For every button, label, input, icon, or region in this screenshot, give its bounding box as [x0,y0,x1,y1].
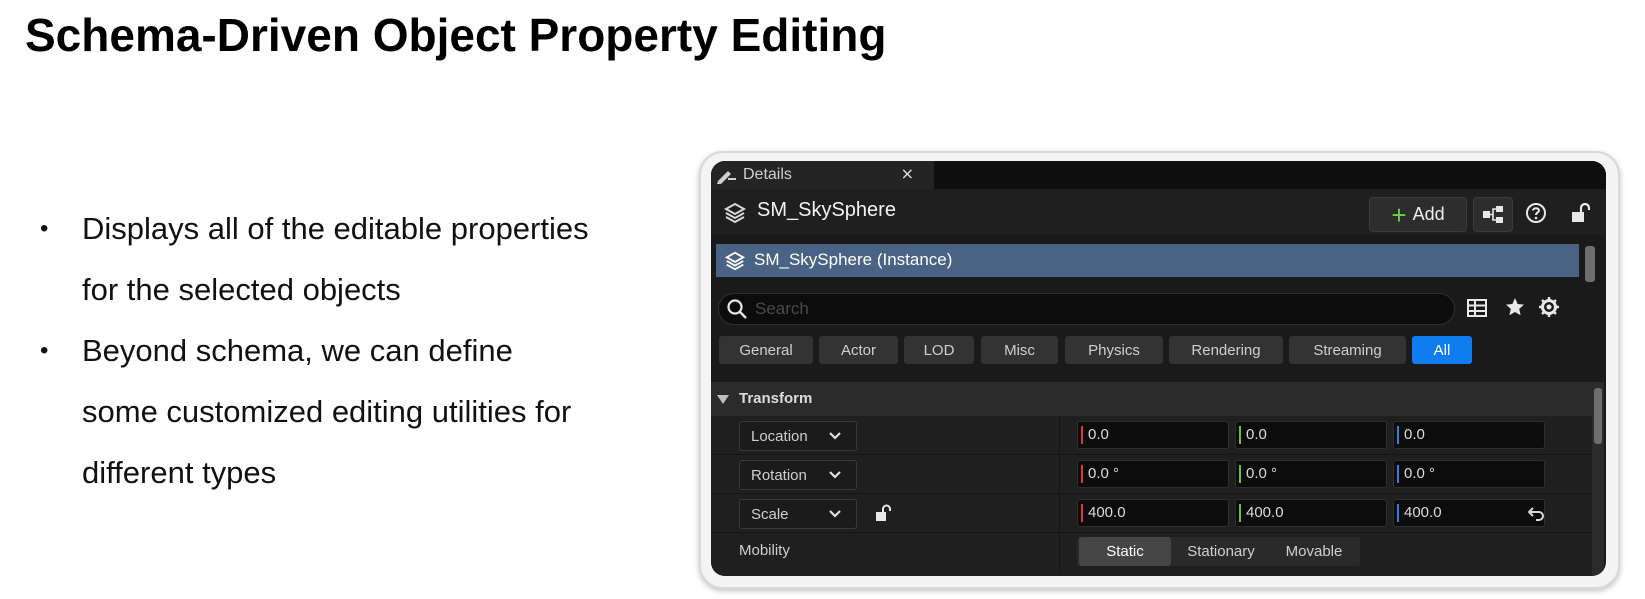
filter-general[interactable]: General [719,336,813,364]
mobility-segmented-control: Static Stationary Movable [1077,537,1360,566]
unlock-icon[interactable] [873,503,893,523]
bullet-text: Displays all of the editable properties … [82,211,589,307]
x-axis-marker [1081,465,1083,483]
filter-streaming[interactable]: Streaming [1289,336,1406,364]
rotation-x-field[interactable]: 0.0 ° [1077,460,1229,488]
x-axis-marker [1081,426,1083,444]
scale-x-field[interactable]: 400.0 [1077,499,1229,527]
search-input[interactable] [753,296,1447,322]
rotation-y-field[interactable]: 0.0 ° [1235,460,1387,488]
hierarchy-icon [1483,206,1503,223]
details-header: SM_SkySphere + Add [711,189,1606,235]
pencil-icon [717,171,736,184]
mobility-option-stationary[interactable]: Stationary [1172,537,1270,566]
static-mesh-icon [724,251,746,271]
component-item-instance[interactable]: SM_SkySphere (Instance) [716,244,1579,277]
search-box [718,293,1455,325]
filter-lod[interactable]: LOD [904,336,974,364]
bullet-item: • Beyond schema, we can define some cust… [40,320,650,503]
bullet-list: • Displays all of the editable propertie… [40,198,650,503]
mobility-option-static[interactable]: Static [1079,537,1171,566]
mobility-label: Mobility [739,542,790,559]
help-icon[interactable] [1525,202,1547,224]
property-row-rotation: Rotation 0.0 ° 0.0 ° 0.0 ° [711,455,1593,494]
chevron-down-icon [829,432,841,440]
location-x-field[interactable]: 0.0 [1077,421,1229,449]
mobility-option-movable[interactable]: Movable [1270,537,1358,566]
filter-misc[interactable]: Misc [981,336,1058,364]
filter-all[interactable]: All [1412,336,1472,364]
filter-rendering[interactable]: Rendering [1169,336,1283,364]
y-axis-marker [1239,504,1241,522]
tab-details[interactable]: Details × [711,161,934,189]
property-row-location: Location 0.0 0.0 0.0 [711,416,1593,455]
unlock-icon[interactable] [1568,201,1592,225]
table-view-icon[interactable] [1466,297,1488,319]
gear-icon[interactable] [1538,296,1560,318]
bullet-dot: • [40,215,49,242]
location-y-field[interactable]: 0.0 [1235,421,1387,449]
y-axis-marker [1239,465,1241,483]
column-divider [1059,455,1060,493]
y-axis-marker [1239,426,1241,444]
details-panel: Details × SM_SkySphere + Add SM_SkySpher… [711,161,1606,576]
blueprint-button[interactable] [1473,197,1513,232]
component-label: SM_SkySphere (Instance) [754,250,953,269]
add-component-button[interactable]: + Add [1369,197,1467,232]
object-name: SM_SkySphere [757,199,896,221]
column-divider [1059,533,1060,571]
reset-arrow-icon[interactable] [1527,504,1545,522]
column-divider [1059,494,1060,532]
scale-mode-dropdown[interactable]: Scale [739,499,857,529]
details-scrollbar[interactable] [1592,382,1604,576]
plus-icon: + [1391,199,1407,230]
slide-title: Schema-Driven Object Property Editing [25,9,887,61]
caret-down-icon [717,395,729,404]
bullet-item: • Displays all of the editable propertie… [40,198,650,320]
rotation-z-field[interactable]: 0.0 ° [1393,460,1545,488]
tab-bar: Details × [711,161,1606,189]
scrollbar-thumb[interactable] [1594,388,1602,444]
search-icon [727,299,747,319]
chevron-down-icon [829,471,841,479]
component-scrollbar[interactable] [1585,246,1595,282]
section-label: Transform [739,390,813,407]
filter-physics[interactable]: Physics [1065,336,1163,364]
x-axis-marker [1081,504,1083,522]
static-mesh-icon [723,202,747,224]
scale-y-field[interactable]: 400.0 [1235,499,1387,527]
tab-label: Details [743,166,792,183]
z-axis-marker [1397,426,1399,444]
property-row-scale: Scale 400.0 400.0 400.0 [711,494,1593,533]
column-divider [1059,416,1060,454]
bullet-dot: • [40,337,49,364]
filter-actor[interactable]: Actor [819,336,898,364]
add-button-label: Add [1412,204,1445,224]
property-row-mobility: Mobility Static Stationary Movable [711,533,1593,576]
z-axis-marker [1397,504,1399,522]
location-z-field[interactable]: 0.0 [1393,421,1545,449]
rotation-mode-dropdown[interactable]: Rotation [739,460,857,490]
close-icon[interactable]: × [901,164,914,183]
section-transform[interactable]: Transform [711,382,1593,416]
favorites-star-icon[interactable] [1504,296,1526,318]
location-mode-dropdown[interactable]: Location [739,421,857,451]
bullet-text: Beyond schema, we can define some custom… [82,333,572,490]
chevron-down-icon [829,510,841,518]
z-axis-marker [1397,465,1399,483]
scale-z-field[interactable]: 400.0 [1393,499,1545,527]
